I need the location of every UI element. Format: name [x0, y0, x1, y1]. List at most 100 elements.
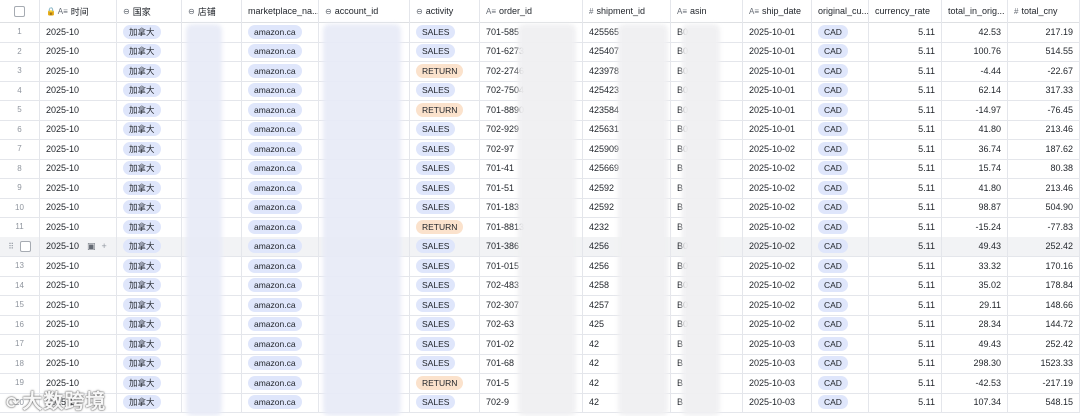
cell-ship_date[interactable]: 2025-10-03 [743, 392, 812, 412]
cell-cny[interactable]: -77.83 [1008, 217, 1080, 237]
column-header-country[interactable]: ⊖ 国家 [117, 0, 182, 22]
cell-rate[interactable]: 5.11 [869, 373, 942, 393]
cell-cny[interactable]: 80.38 [1008, 158, 1080, 178]
cell-activity[interactable]: SALES [410, 295, 480, 315]
cell-rate[interactable]: 5.11 [869, 197, 942, 217]
cell-country[interactable]: 加拿大 [117, 158, 182, 178]
cell-row[interactable]: 7 [0, 139, 40, 159]
cell-orig[interactable]: 100.76 [942, 41, 1008, 61]
cell-row[interactable]: 14 [0, 275, 40, 295]
cell-orig[interactable]: 41.80 [942, 119, 1008, 139]
cell-country[interactable]: 加拿大 [117, 275, 182, 295]
cell-currency[interactable]: CAD [812, 392, 869, 412]
cell-ship_date[interactable]: 2025-10-02 [743, 178, 812, 198]
column-header-ship_date[interactable]: A≡ ship_date [743, 0, 812, 22]
cell-ship_date[interactable]: 2025-10-03 [743, 334, 812, 354]
cell-currency[interactable]: CAD [812, 314, 869, 334]
cell-cny[interactable]: 317.33 [1008, 80, 1080, 100]
cell-activity[interactable]: SALES [410, 80, 480, 100]
cell-rate[interactable]: 5.11 [869, 178, 942, 198]
cell-orig[interactable]: 15.74 [942, 158, 1008, 178]
cell-time[interactable]: 2025-10 [40, 353, 117, 373]
cell-orig[interactable]: 107.34 [942, 392, 1008, 412]
cell-activity[interactable]: SALES [410, 158, 480, 178]
cell-marketplace[interactable]: amazon.ca [242, 217, 319, 237]
cell-time[interactable]: 2025-10 [40, 217, 117, 237]
cell-orig[interactable]: -14.97 [942, 100, 1008, 120]
cell-rate[interactable]: 5.11 [869, 80, 942, 100]
cell-activity[interactable]: SALES [410, 236, 480, 256]
cell-row[interactable]: 18 [0, 353, 40, 373]
cell-marketplace[interactable]: amazon.ca [242, 178, 319, 198]
cell-marketplace[interactable]: amazon.ca [242, 100, 319, 120]
cell-currency[interactable]: CAD [812, 373, 869, 393]
cell-activity[interactable]: SALES [410, 178, 480, 198]
cell-marketplace[interactable]: amazon.ca [242, 139, 319, 159]
cell-rate[interactable]: 5.11 [869, 295, 942, 315]
cell-country[interactable]: 加拿大 [117, 119, 182, 139]
cell-country[interactable]: 加拿大 [117, 256, 182, 276]
column-header-activity[interactable]: ⊖ activity [410, 0, 480, 22]
cell-orig[interactable]: 35.02 [942, 275, 1008, 295]
cell-ship_date[interactable]: 2025-10-02 [743, 158, 812, 178]
cell-currency[interactable]: CAD [812, 295, 869, 315]
cell-country[interactable]: 加拿大 [117, 178, 182, 198]
cell-country[interactable]: 加拿大 [117, 334, 182, 354]
cell-orig[interactable]: -15.24 [942, 217, 1008, 237]
cell-country[interactable]: 加拿大 [117, 295, 182, 315]
cell-rate[interactable]: 5.11 [869, 275, 942, 295]
cell-row[interactable]: 1 [0, 22, 40, 42]
cell-row[interactable]: 11 [0, 217, 40, 237]
cell-currency[interactable]: CAD [812, 178, 869, 198]
cell-cny[interactable]: 178.84 [1008, 275, 1080, 295]
cell-rate[interactable]: 5.11 [869, 119, 942, 139]
cell-currency[interactable]: CAD [812, 139, 869, 159]
cell-country[interactable]: 加拿大 [117, 41, 182, 61]
cell-orig[interactable]: 33.32 [942, 256, 1008, 276]
column-header-cny[interactable]: # total_cny [1008, 0, 1080, 22]
cell-marketplace[interactable]: amazon.ca [242, 236, 319, 256]
cell-currency[interactable]: CAD [812, 353, 869, 373]
cell-marketplace[interactable]: amazon.ca [242, 256, 319, 276]
drag-handle-icon[interactable]: ⠿ [8, 242, 14, 251]
column-header-row[interactable] [0, 0, 40, 22]
cell-ship_date[interactable]: 2025-10-02 [743, 314, 812, 334]
cell-row[interactable]: 16 [0, 314, 40, 334]
cell-orig[interactable]: 36.74 [942, 139, 1008, 159]
cell-rate[interactable]: 5.11 [869, 217, 942, 237]
cell-marketplace[interactable]: amazon.ca [242, 61, 319, 81]
cell-currency[interactable]: CAD [812, 158, 869, 178]
cell-cny[interactable]: 170.16 [1008, 256, 1080, 276]
cell-cny[interactable]: -76.45 [1008, 100, 1080, 120]
cell-ship_date[interactable]: 2025-10-02 [743, 139, 812, 159]
cell-row[interactable]: 13 [0, 256, 40, 276]
cell-row[interactable]: ⠿ [0, 236, 40, 256]
cell-currency[interactable]: CAD [812, 236, 869, 256]
column-header-marketplace[interactable]: marketplace_na... [242, 0, 319, 22]
cell-activity[interactable]: SALES [410, 256, 480, 276]
cell-activity[interactable]: RETURN [410, 61, 480, 81]
cell-country[interactable]: 加拿大 [117, 139, 182, 159]
column-header-store[interactable]: ⊖ 店铺 [182, 0, 242, 22]
cell-currency[interactable]: CAD [812, 217, 869, 237]
cell-cny[interactable]: 514.55 [1008, 41, 1080, 61]
cell-marketplace[interactable]: amazon.ca [242, 158, 319, 178]
column-header-order[interactable]: A≡ order_id [480, 0, 583, 22]
expand-record-icon[interactable]: ▣ [87, 241, 96, 252]
cell-time[interactable]: 2025-10 ▣ + [40, 236, 117, 256]
cell-row[interactable]: 4 [0, 80, 40, 100]
cell-cny[interactable]: -217.19 [1008, 373, 1080, 393]
column-header-shipment[interactable]: # shipment_id [583, 0, 671, 22]
cell-time[interactable]: 2025-10 [40, 22, 117, 42]
cell-marketplace[interactable]: amazon.ca [242, 295, 319, 315]
select-all-checkbox[interactable] [14, 5, 25, 17]
cell-time[interactable]: 2025-10 [40, 119, 117, 139]
cell-ship_date[interactable]: 2025-10-02 [743, 217, 812, 237]
cell-orig[interactable]: -4.44 [942, 61, 1008, 81]
cell-rate[interactable]: 5.11 [869, 100, 942, 120]
cell-rate[interactable]: 5.11 [869, 236, 942, 256]
cell-country[interactable]: 加拿大 [117, 236, 182, 256]
cell-country[interactable]: 加拿大 [117, 373, 182, 393]
cell-country[interactable]: 加拿大 [117, 353, 182, 373]
cell-cny[interactable]: 504.90 [1008, 197, 1080, 217]
